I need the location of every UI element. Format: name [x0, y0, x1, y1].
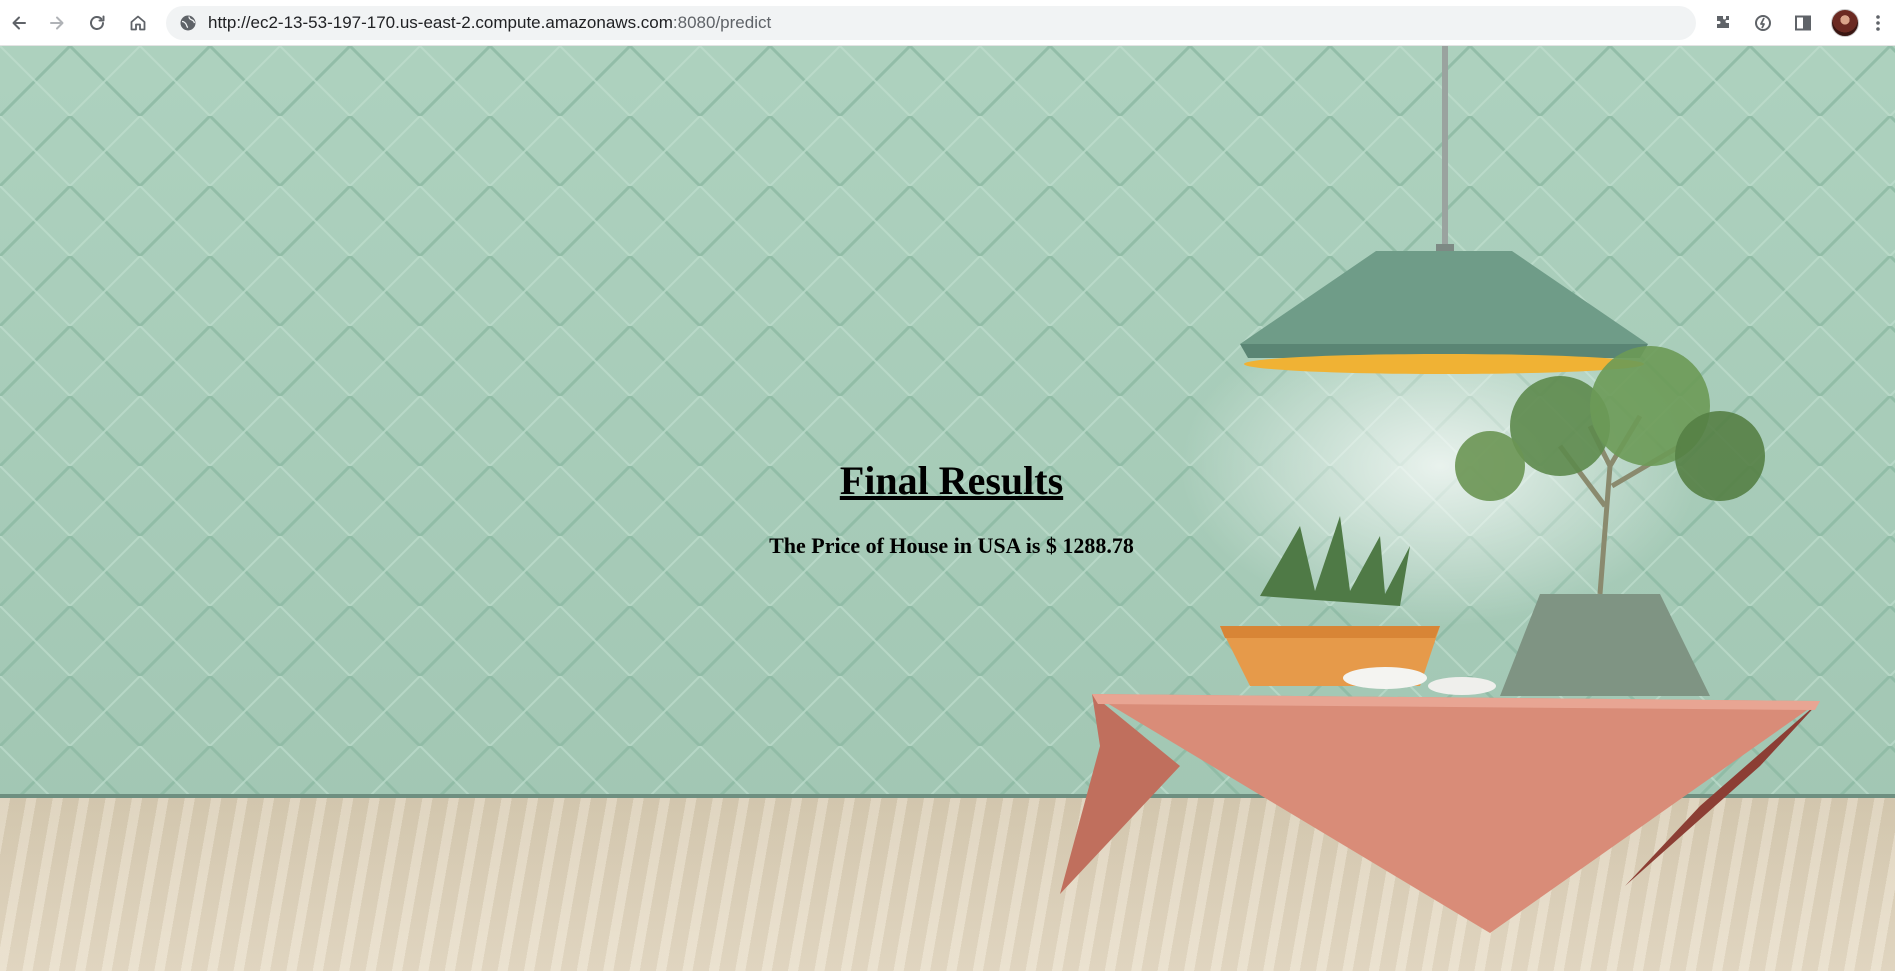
url-host: http://ec2-13-53-197-170.us-east-2.compu… — [208, 13, 673, 32]
url-text[interactable]: http://ec2-13-53-197-170.us-east-2.compu… — [208, 6, 771, 40]
pendant-lamp — [1240, 251, 1648, 374]
coffee-table — [1060, 694, 1820, 933]
url-path: :8080/predict — [672, 13, 772, 32]
performance-button[interactable] — [1747, 7, 1779, 39]
page-title: Final Results — [839, 458, 1064, 503]
site-info-icon[interactable] — [178, 13, 198, 33]
reload-button[interactable] — [81, 7, 113, 39]
address-bar[interactable]: http://ec2-13-53-197-170.us-east-2.compu… — [166, 6, 1696, 40]
extensions-button[interactable] — [1707, 7, 1739, 39]
pebble — [1428, 677, 1496, 695]
browser-toolbar: http://ec2-13-53-197-170.us-east-2.compu… — [0, 0, 1895, 46]
prediction-result: The Price of House in USA is $ 1288.78 — [769, 533, 1134, 558]
side-panel-icon — [1795, 15, 1811, 31]
profile-avatar[interactable] — [1831, 9, 1859, 37]
side-panel-button[interactable] — [1787, 7, 1819, 39]
home-button[interactable] — [122, 7, 154, 39]
puzzle-icon — [1717, 16, 1729, 28]
speed-icon — [1755, 15, 1771, 31]
page-viewport: Final Results The Price of House in USA … — [0, 46, 1895, 971]
arrow-right-icon — [50, 16, 64, 30]
forward-button[interactable] — [41, 7, 73, 39]
pebble — [1343, 667, 1427, 689]
kebab-menu-icon — [1876, 15, 1880, 31]
interior-illustration — [1060, 46, 1820, 933]
arrow-left-icon — [12, 16, 26, 30]
reload-icon — [90, 15, 105, 30]
potted-tree — [1455, 346, 1765, 696]
home-icon — [130, 15, 146, 31]
menu-button[interactable] — [1863, 7, 1893, 39]
lamp-cord — [1442, 46, 1448, 246]
back-button[interactable] — [3, 7, 35, 39]
